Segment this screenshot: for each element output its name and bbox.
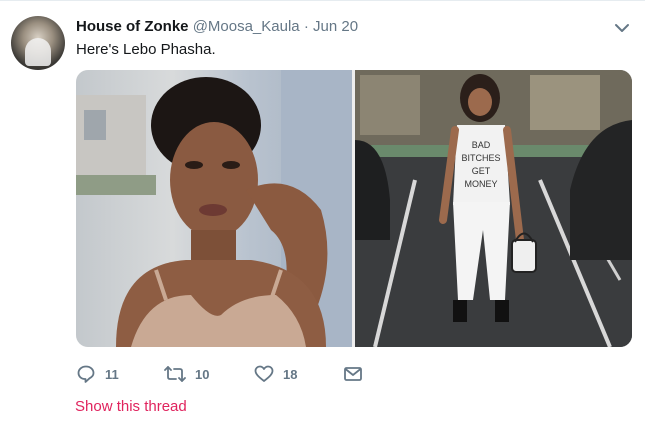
like-icon bbox=[254, 364, 274, 384]
reply-count: 11 bbox=[105, 366, 119, 382]
reply-icon bbox=[76, 364, 96, 384]
avatar[interactable] bbox=[11, 16, 65, 70]
photo-full-length[interactable]: BAD BITCHES GET MONEY bbox=[355, 70, 632, 347]
retweet-button[interactable]: 10 bbox=[164, 363, 209, 385]
shirt-text-line-2: BITCHES bbox=[461, 153, 500, 163]
media-grid: BAD BITCHES GET MONEY bbox=[76, 70, 632, 347]
tweet-date[interactable]: Jun 20 bbox=[313, 18, 358, 35]
show-thread-link[interactable]: Show this thread bbox=[75, 398, 187, 415]
tweet-header: House of Zonke @Moosa_Kaula · Jun 20 bbox=[76, 17, 358, 37]
photo-portrait[interactable] bbox=[76, 70, 352, 347]
chevron-down-icon[interactable] bbox=[612, 19, 632, 37]
like-count: 18 bbox=[283, 366, 298, 382]
like-button[interactable]: 18 bbox=[254, 363, 297, 385]
shirt-text-line-3: GET bbox=[472, 166, 491, 176]
author-handle[interactable]: @Moosa_Kaula bbox=[193, 18, 300, 35]
retweet-icon bbox=[164, 364, 186, 384]
tweet-text: Here's Lebo Phasha. bbox=[76, 41, 216, 58]
shirt-text-line-1: BAD bbox=[472, 140, 491, 150]
message-icon bbox=[343, 364, 363, 384]
shirt-text-line-4: MONEY bbox=[464, 179, 497, 189]
separator-dot: · bbox=[303, 18, 309, 35]
reply-button[interactable]: 11 bbox=[76, 363, 119, 385]
author-name[interactable]: House of Zonke bbox=[76, 18, 189, 35]
tweet[interactable]: House of Zonke @Moosa_Kaula · Jun 20 Her… bbox=[0, 0, 645, 431]
message-button[interactable] bbox=[343, 363, 363, 385]
avatar-figure bbox=[25, 38, 51, 66]
retweet-count: 10 bbox=[195, 366, 210, 382]
